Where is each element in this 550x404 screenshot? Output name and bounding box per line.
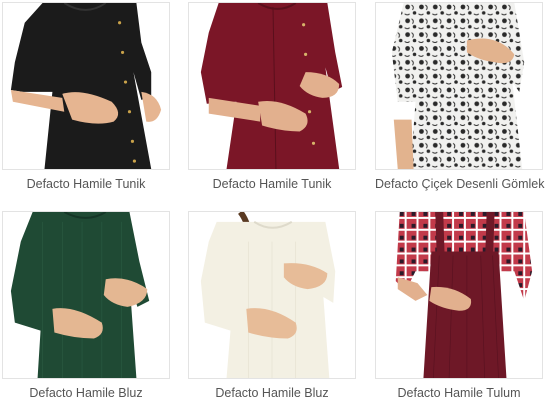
product-card[interactable]: Defacto Hamile Tulum [375,211,543,400]
product-name[interactable]: Defacto Hamile Bluz [188,386,356,400]
product-card[interactable]: Defacto Hamile Tunik [2,2,170,191]
product-name[interactable]: Defacto Hamile Bluz [2,386,170,400]
product-name[interactable]: Defacto Hamile Tunik [2,177,170,191]
product-name[interactable]: Defacto Hamile Tunik [188,177,356,191]
product-image[interactable] [2,211,170,379]
product-card[interactable]: Defacto Hamile Bluz [2,211,170,400]
product-name[interactable]: Defacto Çiçek Desenli Gömlek [375,177,545,191]
product-grid: Defacto Hamile Tunik Defacto Hamile Tuni… [0,0,550,404]
product-image[interactable] [375,2,543,170]
product-card[interactable]: Defacto Çiçek Desenli Gömlek [375,2,545,191]
product-image[interactable] [375,211,543,379]
product-image[interactable] [2,2,170,170]
product-card[interactable]: Defacto Hamile Tunik [188,2,356,191]
product-image[interactable] [188,2,356,170]
product-card[interactable]: Defacto Hamile Bluz [188,211,356,400]
product-name[interactable]: Defacto Hamile Tulum [375,386,543,400]
product-image[interactable] [188,211,356,379]
